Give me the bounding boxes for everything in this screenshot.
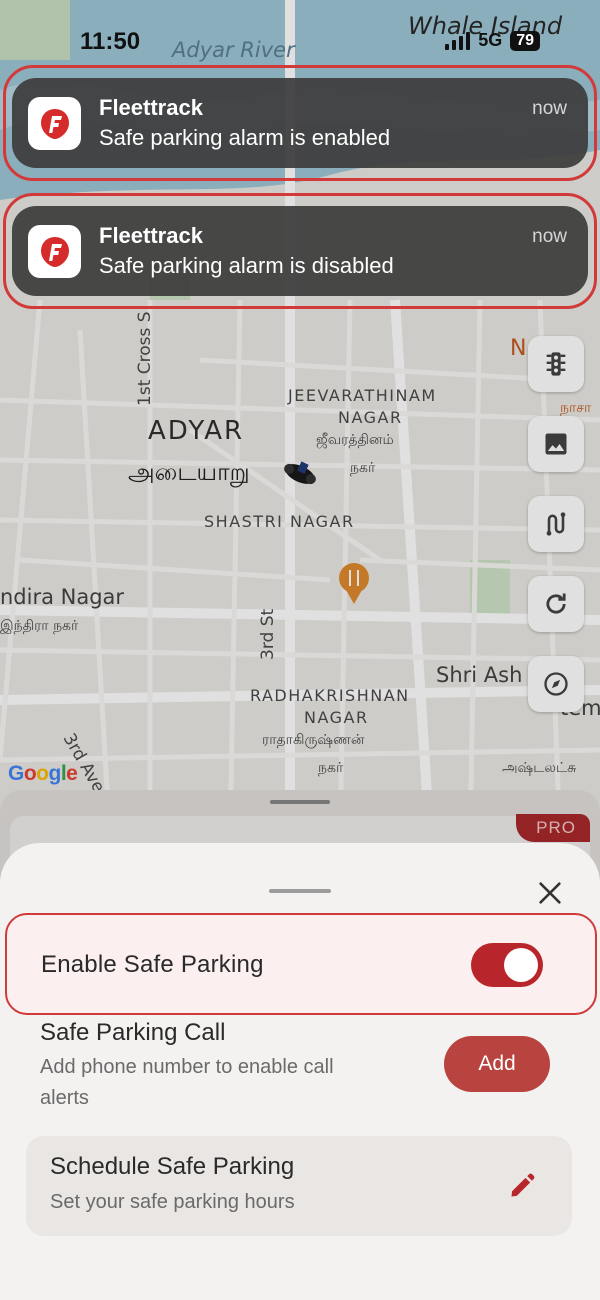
safe-parking-call-title: Safe Parking Call — [40, 1019, 226, 1046]
vehicle-panel-handle[interactable] — [270, 800, 330, 804]
map-label-radhakrishnan-tamil: ராதாகிருஷ்ணன் — [262, 732, 365, 748]
close-icon[interactable] — [536, 879, 564, 907]
schedule-description: Set your safe parking hours — [50, 1191, 295, 1213]
route-button[interactable] — [528, 496, 584, 552]
status-time: 11:50 — [80, 28, 141, 55]
status-indicators: 5G 79 — [445, 30, 540, 51]
sheet-drag-handle[interactable] — [269, 889, 331, 893]
safe-parking-toggle[interactable] — [471, 943, 543, 987]
map-label-cross-street: 1st Cross S — [135, 311, 155, 406]
map-label-adyar-river: Adyar River — [172, 38, 295, 62]
map-label-jeevarathinam-tamil-nagar: நகர் — [350, 460, 376, 476]
notification-body: Safe parking alarm is disabled — [99, 253, 394, 278]
satellite-layer-button[interactable] — [528, 416, 584, 472]
enable-safe-parking-row: Enable Safe Parking — [5, 913, 597, 1015]
notification-time: now — [532, 226, 567, 247]
compass-icon — [544, 672, 568, 696]
google-logo: Google — [8, 762, 78, 785]
map-label-right-edge: N — [510, 336, 527, 361]
notification-body: Safe parking alarm is enabled — [99, 125, 391, 150]
map-label-shastri-nagar: SHASTRI NAGAR — [204, 512, 355, 531]
notification-title: Fleettrack — [99, 95, 203, 120]
fleettrack-app-icon — [28, 225, 81, 278]
map-label-adyar: ADYAR — [148, 416, 245, 446]
map-tool-column — [528, 336, 584, 736]
map-label-adyar-tamil: அடையாறு — [128, 458, 250, 486]
image-icon — [545, 433, 567, 455]
map-label-ashtalakshmi: அஷ்டலட்சு — [502, 760, 577, 776]
route-icon — [546, 512, 566, 536]
battery-icon: 79 — [510, 30, 540, 51]
map-label-jeevarathinam-tamil: ஜீவரத்தினம் — [316, 432, 394, 448]
notification-disabled[interactable]: Fleettrack Safe parking alarm is disable… — [12, 206, 588, 296]
refresh-button[interactable] — [528, 576, 584, 632]
schedule-safe-parking-card[interactable]: Schedule Safe Parking Set your safe park… — [26, 1136, 572, 1236]
notification-time: now — [532, 98, 567, 119]
map-label-radhakrishnan-nagar: NAGAR — [304, 708, 369, 727]
enable-safe-parking-label: Enable Safe Parking — [41, 951, 264, 978]
network-type: 5G — [478, 30, 503, 50]
map-label-indira-tamil: இந்திரா நகர் — [0, 618, 79, 634]
fleettrack-app-icon — [28, 97, 81, 150]
map-label-radhakrishnan: RADHAKRISHNAN — [250, 686, 410, 705]
safe-parking-sheet: Enable Safe Parking Safe Parking Call Ad… — [0, 843, 600, 1300]
refresh-icon — [546, 593, 566, 614]
safe-parking-call-description: Add phone number to enable call — [40, 1056, 334, 1078]
notification-title: Fleettrack — [99, 223, 203, 248]
fleettrack-logo-icon — [40, 236, 69, 267]
traffic-light-icon — [546, 352, 566, 376]
map-label-shri-ash: Shri Ash — [436, 663, 523, 687]
compass-button[interactable] — [528, 656, 584, 712]
map-label-jeevarathinam-nagar: NAGAR — [338, 408, 403, 427]
map-label-third-street: 3rd St — [258, 608, 278, 660]
safe-parking-call-description-cont: alerts — [40, 1087, 89, 1109]
toggle-knob — [504, 948, 538, 982]
traffic-layer-button[interactable] — [528, 336, 584, 392]
signal-icon — [445, 31, 471, 50]
fleettrack-logo-icon — [40, 108, 69, 139]
pencil-icon[interactable] — [508, 1172, 536, 1200]
add-phone-button[interactable]: Add — [444, 1036, 550, 1092]
map-label-indira-nagar: ndira Nagar — [0, 585, 125, 609]
map-label-jeevarathinam: JEEVARATHINAM — [288, 386, 437, 405]
map-label-radhakrishnan-tamil-nagar: நகர் — [318, 760, 344, 776]
notification-enabled[interactable]: Fleettrack Safe parking alarm is enabled… — [12, 78, 588, 168]
pro-badge: PRO — [516, 814, 590, 842]
schedule-title: Schedule Safe Parking — [50, 1153, 295, 1180]
